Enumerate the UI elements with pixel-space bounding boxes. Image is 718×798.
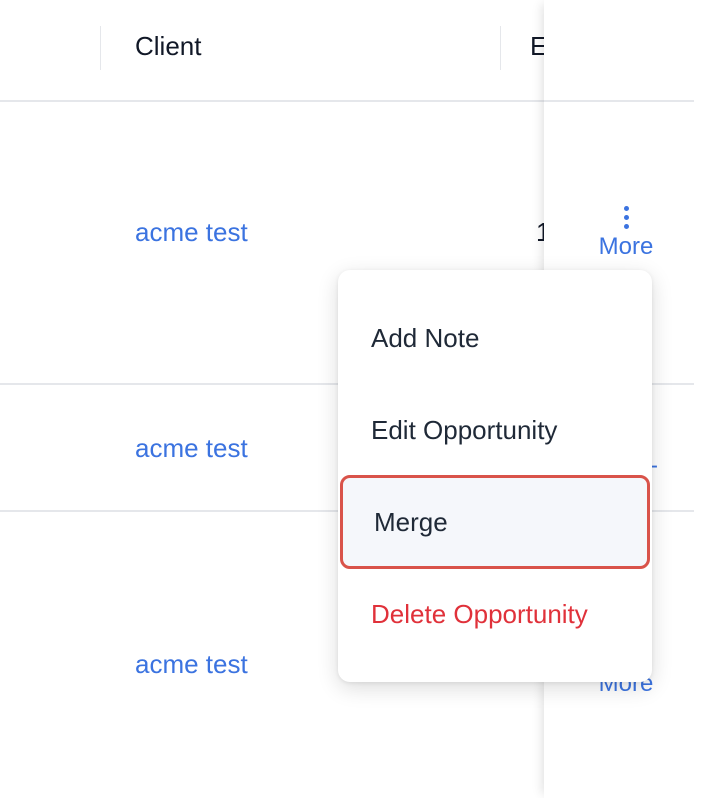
menu-item-merge[interactable]: Merge	[340, 475, 650, 569]
row-divider	[544, 100, 694, 102]
client-link[interactable]: acme test	[135, 433, 248, 464]
menu-item-add-note[interactable]: Add Note	[338, 292, 652, 384]
more-vertical-icon	[594, 206, 658, 229]
client-link[interactable]: acme test	[135, 649, 248, 680]
menu-item-edit-opportunity[interactable]: Edit Opportunity	[338, 384, 652, 476]
client-link[interactable]: acme test	[135, 217, 248, 248]
column-header-client[interactable]: Client	[135, 31, 201, 62]
header-column-divider[interactable]	[100, 26, 101, 70]
header-column-divider[interactable]	[500, 26, 501, 70]
more-label: More	[598, 233, 654, 260]
actions-dropdown-menu: Add Note Edit Opportunity Merge Delete O…	[338, 270, 652, 682]
menu-item-delete-opportunity[interactable]: Delete Opportunity	[338, 568, 652, 660]
more-actions-button[interactable]: More	[594, 206, 658, 261]
